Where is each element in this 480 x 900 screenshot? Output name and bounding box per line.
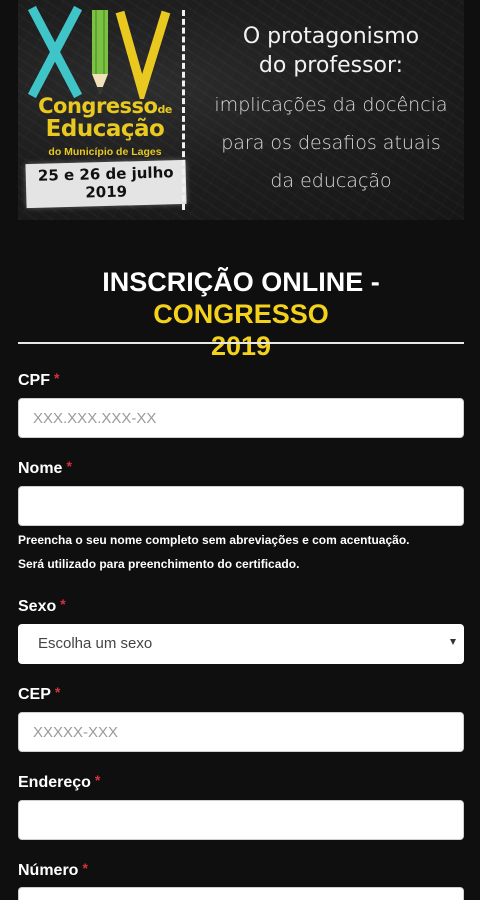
sexo-label-text: Sexo <box>18 598 57 615</box>
required-mark: * <box>66 458 72 474</box>
chevron-down-icon <box>450 639 456 645</box>
xiv-pencil-logo-icon <box>27 5 171 99</box>
cep-input[interactable] <box>18 712 464 752</box>
tagline-line-5: da educação <box>270 170 392 192</box>
banner-tagline: O protagonismo do professor: implicações… <box>206 22 456 200</box>
title-year: 2019 <box>210 331 272 361</box>
nome-label: Nome * <box>18 458 72 478</box>
sexo-select[interactable]: Escolha um sexo <box>18 624 464 664</box>
tagline-line-3: implicações da docência <box>214 94 448 116</box>
numero-label-text: Número <box>18 862 79 879</box>
logo-municipio: do Município de Lages <box>48 146 162 158</box>
cpf-label-text: CPF <box>18 372 50 389</box>
endereco-input[interactable] <box>18 800 464 840</box>
cep-label: CEP * <box>18 684 60 704</box>
required-mark: * <box>94 772 101 788</box>
nome-help-line-1: Preencha o seu nome completo sem abrevia… <box>18 533 410 547</box>
required-mark: * <box>54 684 61 700</box>
required-mark: * <box>82 860 88 876</box>
endereco-label-text: Endereço <box>18 774 91 791</box>
required-mark: * <box>54 370 60 386</box>
nome-help-text: Preencha o seu nome completo sem abrevia… <box>18 528 464 576</box>
page-title: INSCRIÇÃO ONLINE - CONGRESSO 2019 <box>18 266 464 362</box>
numero-label: Número * <box>18 860 88 880</box>
event-banner: Congressode Educação do Município de Lag… <box>18 0 464 220</box>
tagline-line-4: para os desafios atuais <box>221 132 441 154</box>
dashed-divider <box>182 10 185 210</box>
nome-label-text: Nome <box>18 460 63 477</box>
cep-label-text: CEP <box>18 686 51 703</box>
tagline-line-1: O protagonismo <box>242 24 420 49</box>
cpf-input[interactable] <box>18 398 464 438</box>
title-divider <box>18 342 464 344</box>
title-white: INSCRIÇÃO ONLINE - <box>102 267 380 297</box>
event-date-box: 25 e 26 de julho 2019 <box>25 159 187 209</box>
logo-de: de <box>157 103 173 116</box>
endereco-label: Endereço * <box>18 772 100 792</box>
logo-educacao: Educação <box>45 116 165 142</box>
tagline-line-2: do professor: <box>258 53 404 78</box>
numero-input[interactable] <box>18 887 464 900</box>
cpf-label: CPF * <box>18 370 59 390</box>
sexo-selected-value: Escolha um sexo <box>38 635 153 652</box>
sexo-label: Sexo * <box>18 596 66 616</box>
logo-congresso: Congressode <box>38 94 173 118</box>
nome-input[interactable] <box>18 486 464 526</box>
nome-help-line-2: Será utilizado para preenchimento do cer… <box>18 557 300 571</box>
required-mark: * <box>60 596 66 612</box>
title-congresso: CONGRESSO <box>153 299 329 329</box>
